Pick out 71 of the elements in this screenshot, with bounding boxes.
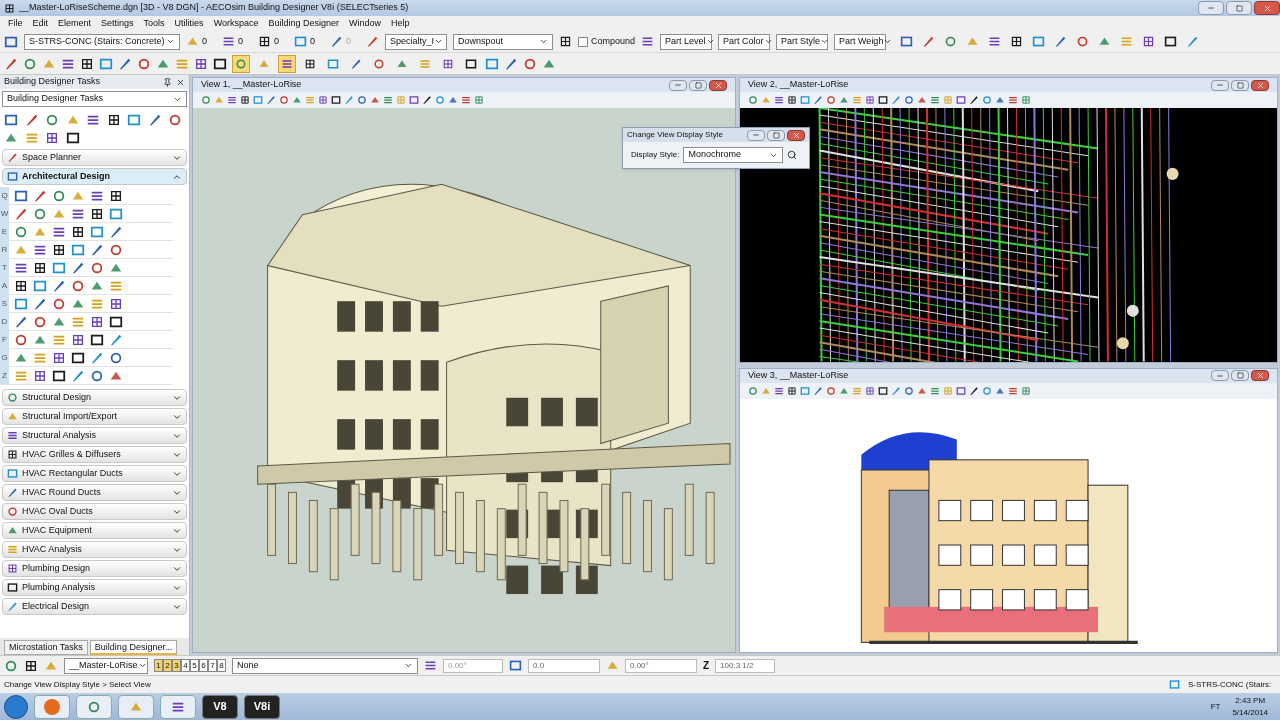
- task-section-header[interactable]: HVAC Round Ducts: [2, 484, 187, 501]
- dialog-title: Change View Display Style: [627, 129, 723, 141]
- distance-field[interactable]: 0.0: [528, 658, 600, 673]
- part-filter-dropdown[interactable]: Part Level: [660, 33, 713, 50]
- attribute-value[interactable]: 0: [202, 34, 216, 49]
- attribute-value[interactable]: 0: [274, 34, 288, 49]
- part-filter-dropdown[interactable]: Part Color: [718, 33, 771, 50]
- task-dropdown[interactable]: Building Designer Tasks: [2, 91, 187, 107]
- task-section-header[interactable]: HVAC Oval Ducts: [2, 503, 187, 520]
- z-label: Z: [703, 659, 710, 673]
- task-section-header[interactable]: Structural Import/Export: [2, 408, 187, 425]
- row-key: A: [0, 277, 9, 294]
- language-indicator[interactable]: FT: [1210, 700, 1221, 713]
- view-title: View 2, __Master-LoRise: [748, 78, 849, 92]
- display-style-dropdown[interactable]: Monochrome: [683, 147, 784, 163]
- menu-item[interactable]: Building Designer: [268, 16, 340, 31]
- view-number-button[interactable]: 1: [154, 659, 163, 672]
- task-section-header[interactable]: Architectural Design: [2, 168, 187, 185]
- row-key: G: [0, 349, 9, 366]
- panel-tab[interactable]: Building Designer...: [89, 640, 178, 655]
- task-section-header[interactable]: Structural Design: [2, 389, 187, 406]
- attribute-value[interactable]: 0: [310, 34, 324, 49]
- field-label: Display Style:: [631, 149, 680, 161]
- rotation-field[interactable]: 0.00°: [625, 658, 697, 673]
- menu-item[interactable]: Workspace: [213, 16, 259, 31]
- row-key: R: [0, 241, 9, 258]
- clock-date: 5/14/2014: [1232, 706, 1268, 719]
- menu-item[interactable]: Utilities: [174, 16, 204, 31]
- task-section-header[interactable]: HVAC Analysis: [2, 541, 187, 558]
- window-title: __Master-LoRiseScheme.dgn [3D - V8 DGN] - AECOsim Building Designer V8i (SELECTseries 5): [19, 1, 409, 15]
- task-section-header[interactable]: Plumbing Design: [2, 560, 187, 577]
- row-key: Q: [0, 187, 9, 204]
- clock-time: 2:43 PM: [1235, 694, 1266, 707]
- task-section-header[interactable]: Electrical Design: [2, 598, 187, 615]
- model-dropdown[interactable]: __Master-LoRise: [64, 657, 148, 674]
- task-section-header[interactable]: HVAC Rectangular Ducts: [2, 465, 187, 482]
- menu-item[interactable]: Window: [349, 16, 382, 31]
- row-key: Z: [0, 367, 9, 384]
- menu-item[interactable]: File: [8, 16, 23, 31]
- menu-item[interactable]: Element: [58, 16, 92, 31]
- panel-title: Building Designer Tasks: [4, 75, 100, 89]
- view-title: View 3, __Master-LoRise: [748, 368, 849, 382]
- specialty-dropdown[interactable]: Specialty_I: [385, 33, 447, 50]
- scale-field[interactable]: 100:3 1/2: [715, 658, 776, 673]
- part-dropdown[interactable]: Downspout: [453, 33, 553, 50]
- row-key: E: [0, 223, 9, 240]
- level-dropdown[interactable]: S-STRS-CONC (Stairs: Concrete): [24, 33, 180, 50]
- status-prompt: Change View Display Style > Select View: [4, 678, 151, 691]
- task-section-header[interactable]: HVAC Equipment: [2, 522, 187, 539]
- menu-item[interactable]: Help: [391, 16, 410, 31]
- menu-item[interactable]: Tools: [143, 16, 165, 31]
- taskbar-app-button[interactable]: V8i: [244, 694, 280, 719]
- row-key: F: [0, 331, 9, 348]
- task-section-header[interactable]: Space Planner: [2, 149, 187, 166]
- saved-view-dropdown[interactable]: None: [232, 657, 418, 674]
- row-key: D: [0, 313, 9, 330]
- row-key: S: [0, 295, 9, 312]
- view-title: View 1, __Master-LoRise: [201, 78, 302, 92]
- task-section-header[interactable]: HVAC Grilles & Diffusers: [2, 446, 187, 463]
- row-key: W: [0, 205, 9, 222]
- row-key: T: [0, 259, 9, 276]
- view-number-button[interactable]: 8: [217, 659, 226, 672]
- taskbar-app-button[interactable]: V8: [202, 694, 238, 719]
- menu-item[interactable]: Edit: [32, 16, 49, 31]
- menu-item[interactable]: Settings: [101, 16, 134, 31]
- part-filter-dropdown[interactable]: Part Style: [776, 33, 829, 50]
- checkbox-label: Compound: [591, 34, 636, 48]
- task-section-header[interactable]: Structural Analysis: [2, 427, 187, 444]
- panel-tab[interactable]: Microstation Tasks: [4, 640, 88, 655]
- attribute-value[interactable]: 0: [238, 34, 252, 49]
- task-section-header[interactable]: Plumbing Analysis: [2, 579, 187, 596]
